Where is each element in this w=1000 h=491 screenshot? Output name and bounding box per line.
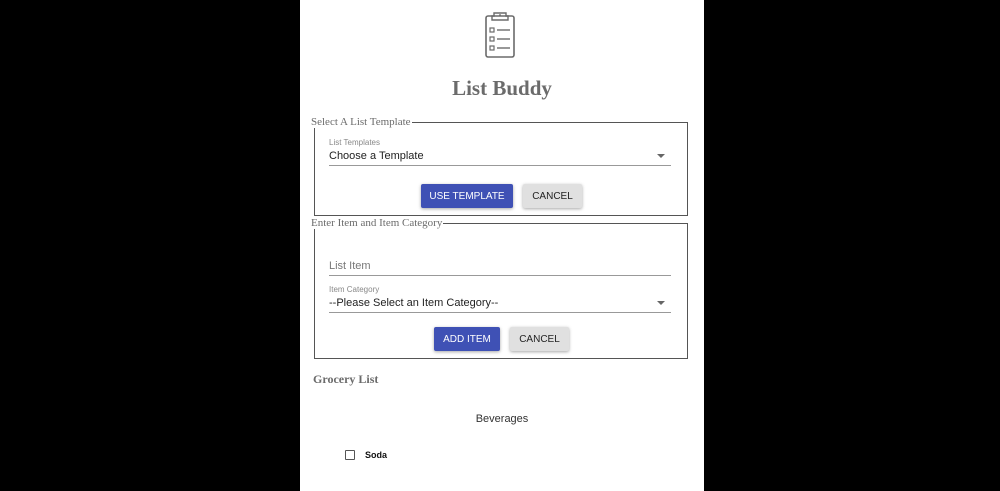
template-select-value: Choose a Template bbox=[329, 150, 424, 162]
item-cancel-button[interactable]: CANCEL bbox=[510, 327, 569, 351]
template-cancel-button[interactable]: CANCEL bbox=[523, 184, 582, 208]
template-select-label: List Templates bbox=[329, 138, 380, 147]
app-page: List Buddy Select A List Template List T… bbox=[300, 0, 704, 491]
use-template-button[interactable]: USE TEMPLATE bbox=[421, 184, 513, 208]
category-header: Beverages bbox=[475, 413, 529, 425]
caret-down-icon bbox=[657, 301, 665, 305]
clipboard-list-icon bbox=[485, 12, 515, 58]
item-legend: Enter Item and Item Category bbox=[311, 217, 443, 229]
category-select-value: --Please Select an Item Category-- bbox=[329, 297, 499, 309]
item-label: Soda bbox=[365, 450, 388, 460]
item-checkbox[interactable] bbox=[345, 450, 355, 460]
category-select-field: Item Category --Please Select an Item Ca… bbox=[329, 285, 671, 313]
list-item[interactable]: Soda bbox=[345, 450, 387, 460]
template-select-field: List Templates Choose a Template bbox=[329, 138, 671, 166]
template-fieldset: Select A List Template List Templates Ch… bbox=[311, 116, 688, 216]
app-title: List Buddy bbox=[452, 76, 552, 100]
grocery-list-title: Grocery List bbox=[313, 372, 379, 386]
category-select[interactable]: --Please Select an Item Category-- bbox=[329, 294, 671, 313]
template-legend: Select A List Template bbox=[311, 116, 411, 128]
template-select[interactable]: Choose a Template bbox=[329, 147, 671, 166]
category-select-label: Item Category bbox=[329, 285, 380, 294]
item-fieldset: Enter Item and Item Category Item Catego… bbox=[311, 217, 688, 359]
add-item-button[interactable]: ADD ITEM bbox=[434, 327, 500, 351]
list-item-input[interactable] bbox=[329, 260, 671, 276]
list-item-field bbox=[329, 256, 671, 276]
caret-down-icon bbox=[657, 154, 665, 158]
